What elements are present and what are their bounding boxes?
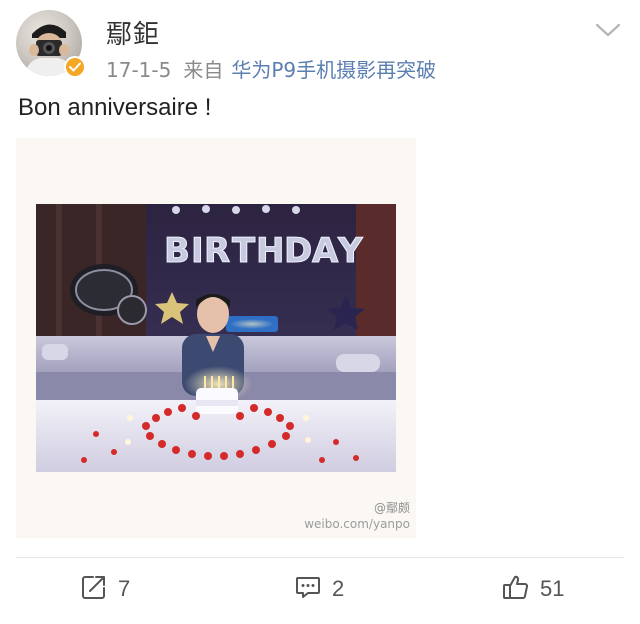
- svg-text:T: T: [232, 231, 256, 271]
- image-watermark: @鄢颇 weibo.com/yanpo: [304, 500, 410, 532]
- birthday-banner: B I R T H D A Y: [164, 231, 364, 272]
- birthday-photo: B I R T H D A Y: [36, 204, 396, 472]
- source-link[interactable]: 华为P9手机摄影再突破: [231, 58, 436, 82]
- svg-text:H: H: [256, 231, 284, 271]
- repost-button[interactable]: 7: [80, 574, 130, 604]
- post-date: 17-1-5: [106, 58, 172, 82]
- comment-icon: [294, 573, 322, 606]
- author-name[interactable]: 鄢鉅: [106, 14, 160, 51]
- from-label: 来自: [183, 58, 224, 82]
- svg-text:B: B: [164, 231, 190, 271]
- svg-text:Y: Y: [337, 231, 363, 271]
- post-text: Bon anniversaire !: [18, 94, 212, 121]
- repost-count: 7: [118, 576, 131, 601]
- chevron-down-icon[interactable]: [594, 20, 622, 40]
- divider: [16, 557, 624, 558]
- svg-text:D: D: [284, 231, 312, 271]
- avatar[interactable]: [16, 10, 86, 78]
- action-bar: 7 2 51: [0, 566, 640, 612]
- post-image[interactable]: B I R T H D A Y @鄢颇 weibo.com/yanpo: [16, 138, 416, 538]
- like-count: 51: [540, 576, 565, 601]
- like-button[interactable]: 51: [502, 574, 564, 604]
- watermark-url: weibo.com/yanpo: [304, 517, 410, 531]
- svg-text:R: R: [204, 231, 230, 271]
- watermark-handle: @鄢颇: [373, 501, 410, 515]
- verified-badge-icon: [64, 56, 86, 78]
- post-meta: 17-1-5 来自 华为P9手机摄影再突破: [106, 54, 436, 83]
- weibo-post: 鄢鉅 17-1-5 来自 华为P9手机摄影再突破 Bon anniversaire …: [0, 0, 640, 624]
- svg-text:A: A: [312, 231, 339, 271]
- comment-button[interactable]: 2: [294, 574, 344, 604]
- svg-text:I: I: [191, 231, 204, 271]
- share-icon: [80, 573, 108, 606]
- thumbs-up-icon: [502, 573, 530, 606]
- comment-count: 2: [332, 576, 345, 601]
